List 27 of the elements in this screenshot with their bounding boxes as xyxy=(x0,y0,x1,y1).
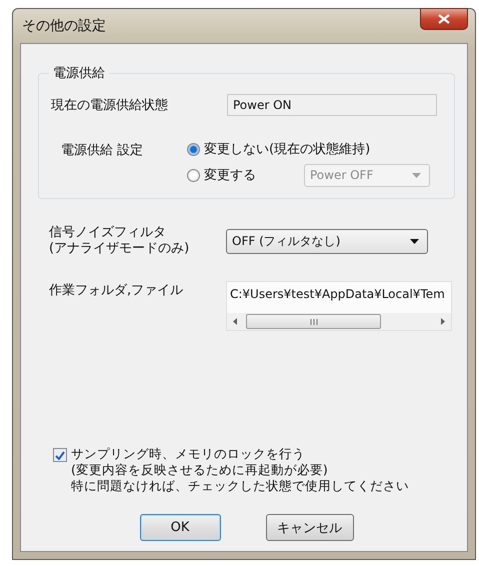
close-icon xyxy=(438,14,450,24)
field-label: (アナライザモードのみ) xyxy=(49,241,190,257)
radio-button[interactable] xyxy=(187,168,200,182)
scroll-thumb[interactable] xyxy=(246,314,381,329)
field-label: 作業フォルダ,ファイル xyxy=(49,282,184,299)
group-title: 電源供給 xyxy=(52,65,106,82)
dropdown[interactable]: OFF (フィルタなし) xyxy=(226,228,428,254)
radio-label: 変更する xyxy=(204,167,257,184)
checkbox-label: (変更内容を反映させるために再起動が必要) xyxy=(71,462,329,478)
field-label: 信号ノイズフィルタ xyxy=(49,225,167,241)
caret-icon xyxy=(412,172,421,178)
ok-button[interactable]: OK xyxy=(140,514,220,541)
note-text: 特に問題なければ、チェックした状態で使用してください xyxy=(71,478,409,494)
radio-label: 変更しない(現在の状態維持) xyxy=(204,141,370,158)
caret-icon xyxy=(410,238,419,244)
status-field[interactable]: Power ON xyxy=(227,94,437,116)
folder-list[interactable]: C:¥Users¥test¥AppData¥Local¥Tem xyxy=(226,281,452,331)
radio-button[interactable] xyxy=(187,142,200,156)
cancel-button[interactable]: キャンセル xyxy=(266,514,354,541)
window-title: その他の設定 xyxy=(21,17,106,35)
folder-path: C:¥Users¥test¥AppData¥Local¥Tem xyxy=(229,287,446,301)
checkbox-label: サンプリング時、メモリのロックを行う xyxy=(71,446,306,462)
close-button[interactable] xyxy=(420,8,468,30)
checkbox[interactable] xyxy=(53,448,67,462)
field-label: 電源供給 設定 xyxy=(61,142,144,159)
horizontal-scrollbar[interactable] xyxy=(227,313,451,330)
field-label: 現在の電源供給状態 xyxy=(51,97,169,114)
